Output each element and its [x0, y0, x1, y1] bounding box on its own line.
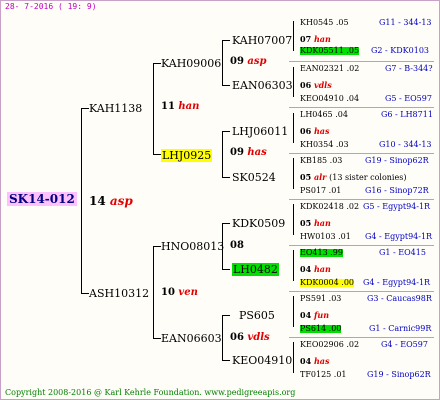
- gen4-node[interactable]: KDK02418 .02: [300, 203, 359, 211]
- gen4-node-highlighted[interactable]: PS614 .00: [300, 325, 342, 333]
- gen4-node[interactable]: PS591 .03: [300, 295, 341, 303]
- gen2-quality: 08: [230, 240, 244, 251]
- gen2-node-highlighted[interactable]: LHJ0925: [161, 149, 213, 162]
- gen4-info: G19 - Sinop62R: [367, 370, 431, 379]
- gen4-info: G16 - Sinop72R: [365, 186, 429, 195]
- gen4-node-highlighted[interactable]: EO413 .99: [300, 249, 343, 257]
- gen3-quality: 05 alr (13 sister colonies): [300, 172, 407, 182]
- gen2-node[interactable]: HNO08013: [161, 241, 224, 252]
- gen4-info: G2 - KDK0103: [371, 46, 429, 55]
- gen1-node[interactable]: KAH1138: [89, 103, 142, 114]
- gen4-info: G19 - Sinop62R: [365, 156, 429, 165]
- gen4-info: G4 - EO597: [381, 340, 428, 349]
- gen2-node[interactable]: EAN06603: [161, 333, 222, 344]
- pedigree-page: 28- 7-2016 ( 19: 9) Copyright 2008-2016 …: [0, 0, 440, 400]
- gen4-info: G11 - 344-13: [379, 18, 432, 27]
- gen2-node[interactable]: KAH09006: [161, 58, 221, 69]
- gen4-node[interactable]: KH0354 .03: [300, 141, 349, 149]
- gen4-info: G4 - Egypt94-1R: [363, 278, 431, 287]
- gen3-node[interactable]: LHJ06011: [232, 126, 288, 137]
- gen4-node[interactable]: PS017 .01: [300, 187, 341, 195]
- gen4-info: G6 - LH8711: [381, 110, 433, 119]
- gen3-node[interactable]: KDK0509: [232, 218, 285, 229]
- gen3-quality: 07 han: [300, 34, 331, 44]
- gen3-quality: 06 vdls: [300, 80, 332, 90]
- gen2-quality: 09 has: [230, 147, 267, 158]
- gen4-node-highlighted[interactable]: KDK05511 .05: [300, 47, 360, 55]
- gen3-node-highlighted[interactable]: LH0482: [232, 263, 279, 276]
- gen3-quality: 05 han: [300, 218, 331, 228]
- gen3-quality: 04 has: [300, 356, 330, 366]
- gen4-info: G3 - Caucas98R: [367, 294, 432, 303]
- gen3-node[interactable]: EAN06303: [232, 80, 293, 91]
- gen4-node[interactable]: HW0103 .01: [300, 233, 351, 241]
- gen4-node-highlighted[interactable]: KDK0004 .00: [300, 279, 354, 287]
- gen2-quality: 06 vdls: [230, 332, 270, 343]
- root-quality: 14 asp: [89, 194, 133, 208]
- gen3-node[interactable]: PS605: [239, 310, 275, 321]
- gen3-quality: 04 fun: [300, 310, 330, 320]
- gen1-node[interactable]: ASH10312: [89, 288, 149, 299]
- timestamp: 28- 7-2016 ( 19: 9): [5, 2, 97, 11]
- gen3-quality: 04 han: [300, 264, 331, 274]
- gen4-node[interactable]: KH0545 .05: [300, 19, 349, 27]
- gen4-node[interactable]: TF0125 .01: [300, 371, 347, 379]
- gen3-node[interactable]: KAH07007: [232, 35, 292, 46]
- copyright-footer: Copyright 2008-2016 @ Karl Kehrle Founda…: [5, 388, 296, 397]
- gen3-quality: 06 has: [300, 126, 330, 136]
- gen4-info: G1 - EO415: [379, 248, 426, 257]
- gen3-node[interactable]: KEO04910: [232, 355, 292, 366]
- gen4-node[interactable]: LH0465 .04: [300, 111, 348, 119]
- gen4-info: G5 - Egypt94-1R: [363, 202, 431, 211]
- gen3-node[interactable]: SK0524: [232, 172, 276, 183]
- gen4-info: G1 - Carnic99R: [369, 324, 432, 333]
- gen4-node[interactable]: EAN02321 .02: [300, 65, 359, 73]
- gen1-quality: 10 ven: [161, 287, 198, 298]
- gen4-info: G10 - 344-13: [379, 140, 432, 149]
- gen4-node[interactable]: KB185 .03: [300, 157, 342, 165]
- gen4-info: G7 - B-344?: [385, 64, 433, 73]
- gen4-node[interactable]: KEO04910 .04: [300, 95, 359, 103]
- gen4-node[interactable]: KEO02906 .02: [300, 341, 359, 349]
- gen2-quality: 09 asp: [230, 56, 267, 67]
- gen4-info: G4 - Egypt94-1R: [365, 232, 433, 241]
- root-queen[interactable]: SK14-012: [7, 192, 77, 206]
- gen1-quality: 11 han: [161, 101, 200, 112]
- gen4-info: G5 - EO597: [385, 94, 432, 103]
